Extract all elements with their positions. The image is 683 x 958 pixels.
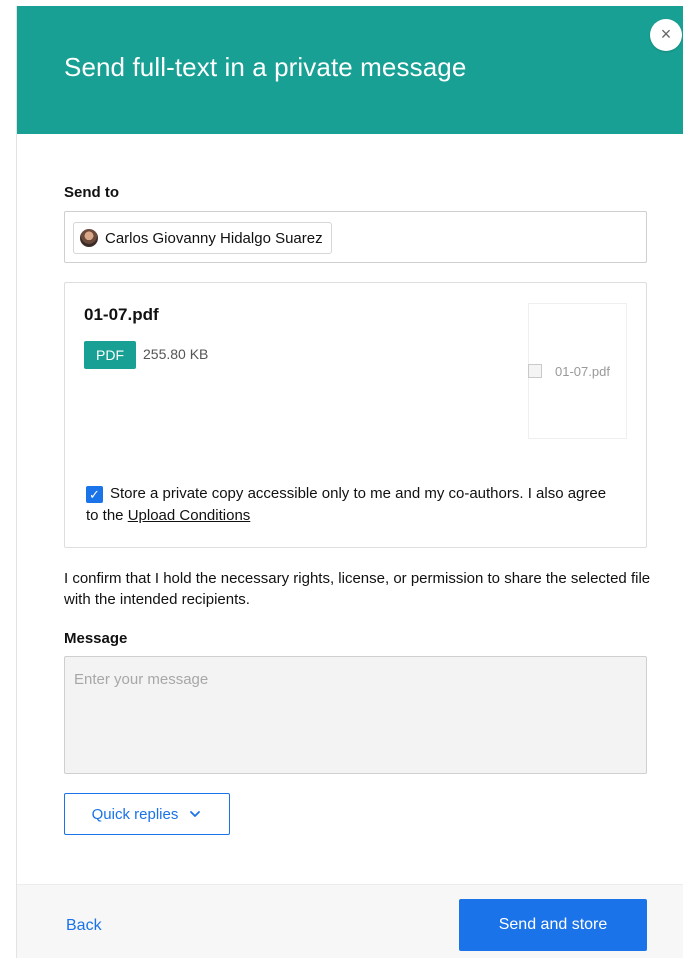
recipient-chip[interactable]: Carlos Giovanny Hidalgo Suarez [73, 222, 332, 254]
file-card: 01-07.pdf PDF 255.80 KB 01-07.pdf Store … [64, 282, 647, 548]
avatar-icon [80, 229, 98, 247]
quick-replies-label: Quick replies [91, 805, 179, 823]
recipient-input[interactable]: Carlos Giovanny Hidalgo Suarez [64, 211, 647, 263]
back-button[interactable]: Back [66, 917, 102, 935]
send-to-label: Send to [64, 184, 119, 201]
checkmark-icon: ✓ [89, 487, 100, 502]
message-label: Message [64, 630, 128, 647]
quick-replies-button[interactable]: Quick replies [64, 793, 230, 835]
close-button[interactable]: × [650, 19, 682, 51]
file-size: 255.80 KB [143, 346, 209, 362]
file-thumbnail: 01-07.pdf [528, 303, 627, 439]
rights-confirmation-text: I confirm that I hold the necessary righ… [64, 570, 651, 608]
file-name: 01-07.pdf [84, 305, 159, 324]
thumbnail-alt-text: 01-07.pdf [555, 364, 610, 379]
upload-conditions-link[interactable]: Upload Conditions [128, 507, 251, 524]
close-icon: × [660, 24, 672, 44]
chevron-down-icon [190, 811, 201, 817]
store-copy-checkbox[interactable]: ✓ [86, 486, 103, 503]
send-fulltext-dialog: Send full-text in a private message × Se… [16, 6, 683, 958]
send-and-store-label: Send and store [498, 916, 608, 933]
send-and-store-button[interactable]: Send and store [459, 899, 647, 951]
recipient-name: Carlos Giovanny Hidalgo Suarez [105, 229, 323, 247]
message-textarea[interactable] [64, 656, 647, 774]
file-type-badge: PDF [84, 341, 136, 369]
dialog-header: Send full-text in a private message [17, 6, 683, 134]
broken-image-icon [528, 364, 542, 378]
store-copy-text: Store a private copy accessible only to … [86, 483, 621, 527]
dialog-title: Send full-text in a private message [64, 52, 467, 82]
dialog-footer: Back Send and store [17, 884, 683, 958]
